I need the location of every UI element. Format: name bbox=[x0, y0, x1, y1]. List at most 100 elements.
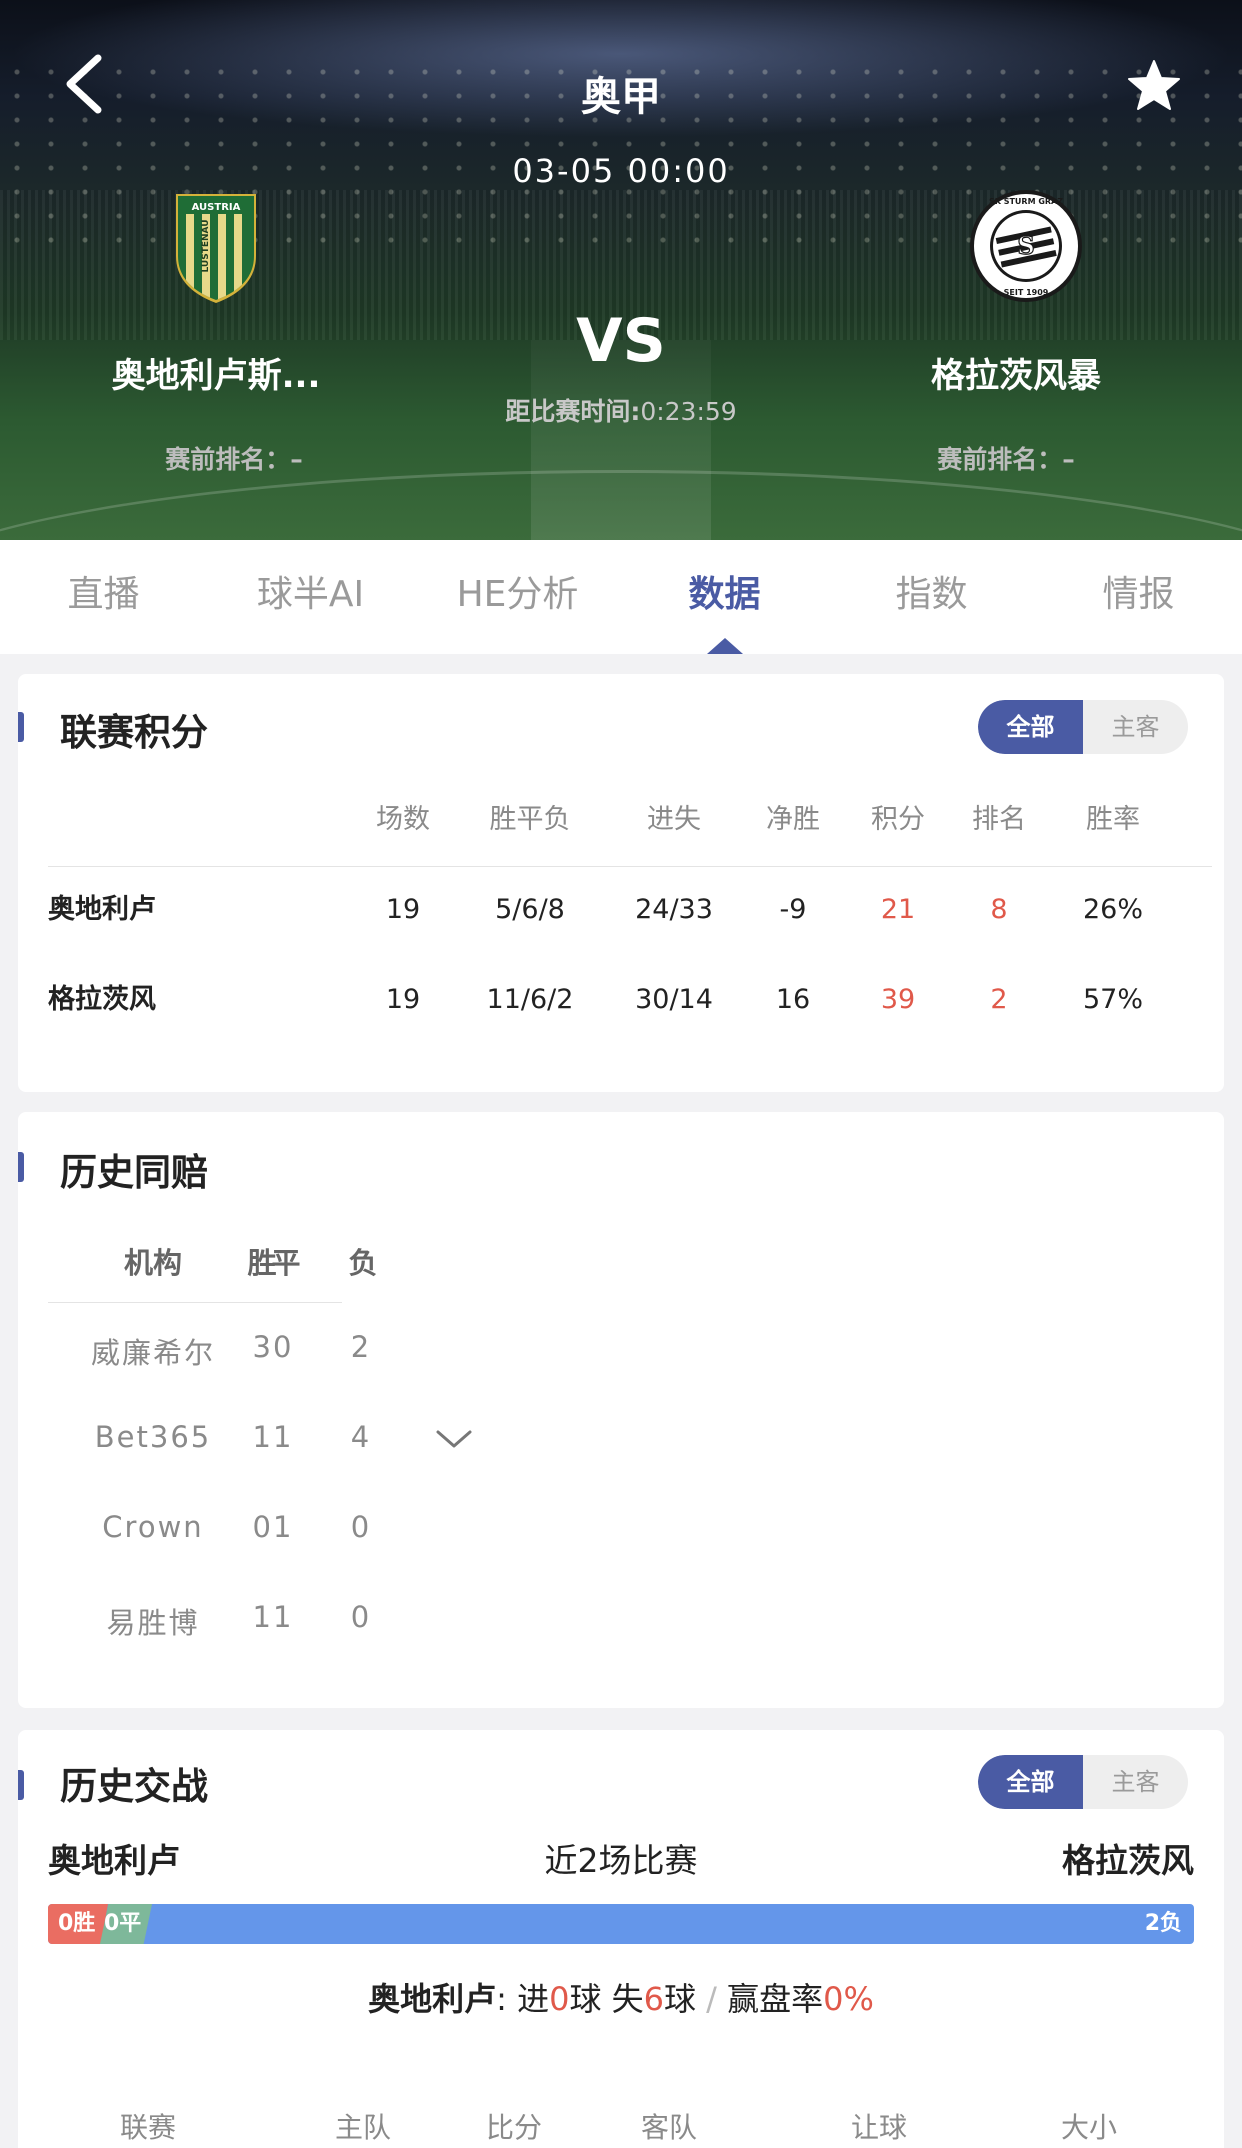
col-score: 比分 bbox=[485, 2111, 542, 2144]
lose-value: 4 bbox=[350, 1420, 372, 1454]
rank: 2 bbox=[990, 984, 1008, 1015]
active-tab-indicator bbox=[706, 638, 743, 654]
win-rate: 26% bbox=[1082, 894, 1143, 925]
col-wdl: 胜平负 bbox=[489, 804, 571, 835]
tab-odds[interactable]: 指数 bbox=[828, 540, 1035, 654]
h2h-recent-count: 近2场比赛 bbox=[544, 1841, 698, 1880]
agency-name: Bet365 bbox=[94, 1420, 212, 1454]
vs-label: VS bbox=[576, 306, 666, 376]
toggle-all[interactable]: 全部 bbox=[978, 700, 1083, 754]
win-draw-value: 11 bbox=[252, 1600, 294, 1634]
toggle-home-away[interactable]: 主客 bbox=[1083, 700, 1188, 754]
col-played: 场数 bbox=[376, 804, 430, 835]
tab-he-analysis[interactable]: HE分析 bbox=[414, 540, 621, 654]
summary-slash: / bbox=[706, 1980, 717, 2018]
col-handicap: 让球 bbox=[850, 2111, 907, 2144]
tab-data[interactable]: 数据 bbox=[621, 540, 828, 654]
star-icon bbox=[1128, 60, 1180, 110]
played: 19 bbox=[385, 894, 421, 925]
col-home: 主队 bbox=[334, 2111, 391, 2144]
team-name: 奥地利卢 bbox=[48, 894, 156, 925]
col-over-under: 大小 bbox=[1060, 2111, 1117, 2144]
lose-value: 0 bbox=[350, 1510, 372, 1544]
cover-rate: 0% bbox=[823, 1980, 874, 2018]
points: 39 bbox=[880, 984, 916, 1015]
toggle-all[interactable]: 全部 bbox=[978, 1755, 1083, 1809]
summary-goals-for-label: 进 bbox=[517, 1980, 550, 2018]
tab-bar: 直播 球半AI HE分析 数据 指数 情报 bbox=[0, 540, 1242, 654]
h2h-home-team: 奥地利卢 bbox=[48, 1841, 180, 1880]
svg-text:SEIT 1909: SEIT 1909 bbox=[1004, 288, 1049, 297]
h2h-away-team: 格拉茨风 bbox=[1062, 1841, 1194, 1880]
tab-data-label: 数据 bbox=[688, 574, 761, 615]
lose-count: 2负 bbox=[1144, 1911, 1182, 1936]
summary-ball-label: 球 bbox=[663, 1980, 696, 2018]
svg-text:AUSTRIA: AUSTRIA bbox=[192, 202, 241, 213]
favorite-button[interactable] bbox=[1126, 58, 1182, 114]
goal-diff: 16 bbox=[775, 984, 811, 1015]
countdown-value: 0:23:59 bbox=[640, 397, 737, 426]
goals-against: 6 bbox=[643, 1980, 664, 2018]
goal-diff: -9 bbox=[779, 894, 807, 925]
match-time: 03-05 00:00 bbox=[512, 152, 730, 190]
col-goals: 进失 bbox=[647, 804, 701, 835]
h2h-summary: 奥地利卢: 进0球 失6球 / 赢盘率0% bbox=[18, 1974, 1224, 2020]
summary-team: 奥地利卢 bbox=[368, 1980, 497, 2018]
countdown: 距比赛时间:0:23:59 bbox=[0, 392, 1242, 428]
win-draw-value: 11 bbox=[252, 1420, 294, 1454]
summary-goals-against-label: 球 失 bbox=[569, 1980, 644, 2018]
wdl: 11/6/2 bbox=[486, 984, 574, 1015]
home-team-logo: AUSTRIA LUSTENAU bbox=[156, 186, 276, 306]
odds-history-card: 历史同赔 机构 胜 平 负 威廉希尔 30 2 Bet365 11 4 Crow… bbox=[18, 1112, 1224, 1708]
points: 21 bbox=[880, 894, 916, 925]
tab-ai[interactable]: 球半AI bbox=[207, 540, 414, 654]
pitch-line bbox=[0, 470, 1242, 540]
win-draw-value: 01 bbox=[252, 1510, 294, 1544]
countdown-label: 距比赛时间: bbox=[505, 397, 641, 426]
tab-live[interactable]: 直播 bbox=[0, 540, 207, 654]
standings-title: 联赛积分 bbox=[60, 711, 208, 754]
svg-text:S: S bbox=[1017, 231, 1034, 260]
summary-colon: : bbox=[496, 1980, 507, 2018]
agency-name: Crown bbox=[102, 1510, 204, 1544]
col-league: 联赛 bbox=[119, 2111, 176, 2144]
played: 19 bbox=[385, 984, 421, 1015]
away-team-logo: S SK STURM GRAZ SEIT 1909 bbox=[966, 186, 1086, 306]
goals: 24/33 bbox=[635, 894, 713, 925]
standings-card: 联赛积分 全部 主客 场数 胜平负 进失 净胜 积分 排名 胜率 奥地利卢 19… bbox=[18, 674, 1224, 1092]
tab-intel[interactable]: 情报 bbox=[1035, 540, 1242, 654]
home-pre-match-rank: 赛前排名：– bbox=[165, 445, 303, 474]
col-diff: 净胜 bbox=[766, 804, 820, 835]
col-win-rate: 胜率 bbox=[1086, 804, 1140, 835]
result-bar: 0胜 0平 2负 bbox=[48, 1904, 1194, 1944]
win-draw-value: 30 bbox=[252, 1330, 294, 1364]
col-lose: 负 bbox=[348, 1246, 378, 1280]
standings-toggle: 全部 主客 bbox=[978, 700, 1188, 754]
league-title: 奥甲 bbox=[581, 74, 661, 120]
win-rate: 57% bbox=[1082, 984, 1143, 1015]
divider bbox=[48, 866, 1212, 867]
summary-rate-label: 赢盘率 bbox=[727, 1980, 824, 2018]
col-rank: 排名 bbox=[972, 804, 1026, 835]
svg-text:LUSTENAU: LUSTENAU bbox=[201, 219, 211, 272]
lose-value: 0 bbox=[350, 1600, 372, 1634]
svg-text:SK STURM GRAZ: SK STURM GRAZ bbox=[989, 197, 1063, 206]
divider bbox=[48, 1302, 342, 1303]
odds-history-title: 历史同赔 bbox=[60, 1151, 208, 1194]
chevron-down-icon[interactable] bbox=[434, 1428, 474, 1452]
rank: 8 bbox=[990, 894, 1008, 925]
goals-for: 0 bbox=[549, 1980, 570, 2018]
draw-count: 0平 bbox=[104, 1911, 142, 1936]
standings-header-row: 场数 胜平负 进失 净胜 积分 排名 胜率 bbox=[48, 790, 1212, 850]
section-marker bbox=[18, 1770, 24, 1800]
toggle-home-away[interactable]: 主客 bbox=[1083, 1755, 1188, 1809]
col-agency: 机构 bbox=[123, 1246, 182, 1280]
col-points: 积分 bbox=[871, 804, 925, 835]
match-header: 奥甲 03-05 00:00 AUSTRIA LUSTENAU S SK STU… bbox=[0, 0, 1242, 540]
section-marker bbox=[18, 712, 24, 742]
away-pre-match-rank: 赛前排名：– bbox=[937, 445, 1075, 474]
head-to-head-card: 历史交战 全部 主客 奥地利卢 近2场比赛 格拉茨风 0胜 0平 2负 奥地利卢… bbox=[18, 1730, 1224, 2148]
col-draw: 平 bbox=[271, 1246, 301, 1280]
win-count: 0胜 bbox=[58, 1911, 96, 1936]
goals: 30/14 bbox=[635, 984, 713, 1015]
